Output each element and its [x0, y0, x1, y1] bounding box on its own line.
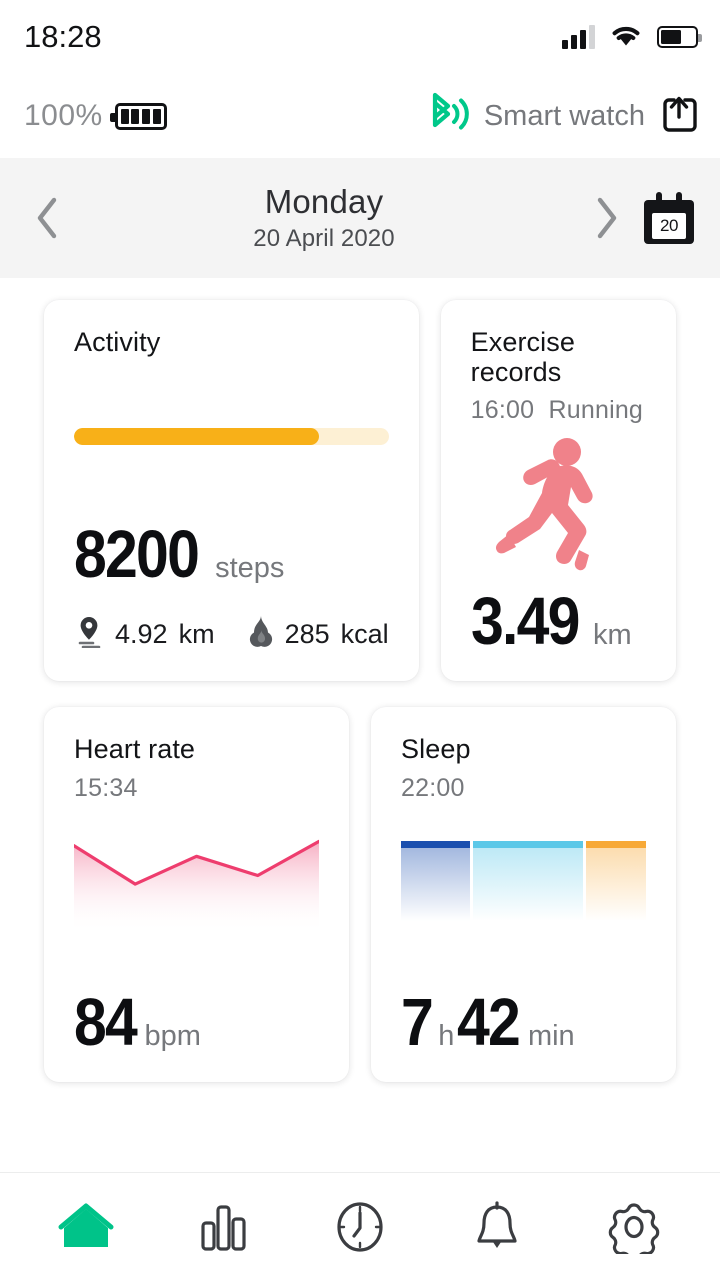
- heart-rate-card[interactable]: Heart rate 15:34 84 bpm: [44, 707, 349, 1082]
- device-battery-icon: [109, 102, 167, 130]
- footprint-left: [74, 386, 76, 404]
- sleep-segment-deep: [401, 840, 471, 921]
- bluetooth-icon: [421, 92, 471, 141]
- sleep-duration-row: 7 h 42 min: [401, 989, 646, 1056]
- calendar-day-number: 20: [652, 213, 686, 239]
- activity-metrics: 4.92 km 285 kcal: [74, 614, 389, 655]
- sleep-minutes-unit: min: [527, 1020, 575, 1052]
- footprints-icon: [74, 380, 134, 422]
- date-full-text: 20 April 2020: [253, 224, 395, 252]
- bell-icon: [477, 1200, 517, 1248]
- sleep-segment-cap: [401, 840, 471, 848]
- sleep-segment-light: [473, 840, 584, 921]
- distance-unit: km: [178, 619, 215, 649]
- sleep-segment-cap: [586, 840, 646, 848]
- running-person-icon: [471, 425, 646, 588]
- device-connection-group[interactable]: Smart watch: [421, 92, 700, 141]
- nav-item-clock[interactable]: [320, 1187, 400, 1267]
- status-bar: 18:28: [0, 0, 720, 74]
- clock-icon: [337, 1201, 383, 1252]
- sleep-hours-value: 7: [401, 985, 434, 1060]
- nav-item-alerts[interactable]: [457, 1187, 537, 1267]
- exercise-records-card[interactable]: Exercise records 16:00 Running 3.49 km: [440, 300, 676, 681]
- distance-value: 4.92: [115, 619, 168, 649]
- wifi-icon: [609, 22, 643, 53]
- location-pin-icon: [74, 614, 104, 655]
- calendar-body: 20: [644, 200, 694, 244]
- sleep-segment-cap: [473, 840, 584, 848]
- exercise-card-title: Exercise records: [470, 327, 575, 387]
- calories-value: 285: [284, 619, 330, 649]
- nav-item-home[interactable]: [46, 1187, 126, 1267]
- gear-icon: [608, 1202, 659, 1254]
- sleep-time: 22:00: [401, 773, 465, 802]
- app-screen: 18:28 100% Smart watch Monday 20 April 2…: [0, 0, 720, 1280]
- sleep-segment-body: [401, 847, 471, 921]
- dashboard-cards: Activity 8200 steps 4.92 km 285 kcal Exe…: [0, 278, 720, 1172]
- sleep-chart: [401, 840, 646, 921]
- footprint-right: [101, 380, 103, 398]
- exercise-distance-unit: km: [593, 619, 632, 651]
- exercise-distance-value: 3.49: [470, 584, 580, 659]
- heart-rate-value-row: 84 bpm: [74, 989, 319, 1056]
- steps-progress-bar: [74, 427, 389, 445]
- bottom-navigation: [0, 1172, 720, 1280]
- activity-card[interactable]: Activity 8200 steps 4.92 km 285 kcal: [44, 300, 419, 681]
- device-name-label: Smart watch: [483, 99, 645, 132]
- signal-bars-icon: [562, 25, 595, 49]
- exercise-type: Running: [548, 396, 644, 425]
- next-day-button[interactable]: [574, 186, 638, 250]
- nav-item-stats[interactable]: [183, 1187, 263, 1267]
- heart-rate-card-title: Heart rate: [74, 734, 196, 764]
- sleep-minutes-value: 42: [457, 985, 521, 1060]
- heart-rate-chart: [74, 839, 319, 933]
- sleep-hours-unit: h: [438, 1020, 455, 1052]
- share-icon[interactable]: [658, 93, 700, 140]
- nav-item-settings[interactable]: [594, 1187, 674, 1267]
- date-header: Monday 20 April 2020 20: [0, 158, 720, 278]
- steps-value-row: 8200 steps: [74, 521, 389, 588]
- battery-icon: [657, 26, 702, 48]
- status-bar-time: 18:28: [24, 19, 102, 54]
- steps-value: 8200: [74, 517, 200, 592]
- sleep-segment-body: [473, 847, 584, 921]
- heart-rate-unit: bpm: [144, 1020, 201, 1052]
- exercise-distance-row: 3.49 km: [471, 588, 646, 655]
- card-row-top: Activity 8200 steps 4.92 km 285 kcal Exe…: [44, 300, 676, 681]
- calories-unit: kcal: [340, 619, 389, 649]
- card-row-bottom: Heart rate 15:34 84 bpm Sleep 22:00 7 h …: [44, 707, 676, 1082]
- previous-day-button[interactable]: [16, 186, 80, 250]
- sleep-card-title: Sleep: [401, 734, 471, 764]
- sleep-card[interactable]: Sleep 22:00 7 h 42 min: [371, 707, 676, 1082]
- exercise-time: 16:00: [470, 396, 535, 425]
- bar-chart-icon: [201, 1204, 246, 1251]
- exercise-subtitle: 16:00 Running: [471, 396, 646, 425]
- heart-rate-value: 84: [74, 985, 138, 1060]
- flame-icon: [248, 614, 274, 655]
- device-battery-group: 100%: [24, 99, 167, 133]
- device-row: 100% Smart watch: [0, 74, 720, 158]
- steps-progress-fill: [74, 427, 320, 445]
- activity-card-title: Activity: [74, 327, 161, 357]
- date-display: Monday 20 April 2020: [74, 183, 574, 253]
- device-battery-percent: 100%: [24, 99, 103, 132]
- heart-rate-time: 15:34: [74, 773, 138, 802]
- home-icon: [58, 1203, 114, 1247]
- sleep-segment-body: [586, 847, 646, 921]
- status-bar-icons: [562, 22, 702, 53]
- sleep-segment-awake: [586, 840, 646, 921]
- date-day-name: Monday: [264, 183, 384, 221]
- steps-unit: steps: [215, 552, 285, 584]
- calendar-icon[interactable]: 20: [644, 192, 694, 244]
